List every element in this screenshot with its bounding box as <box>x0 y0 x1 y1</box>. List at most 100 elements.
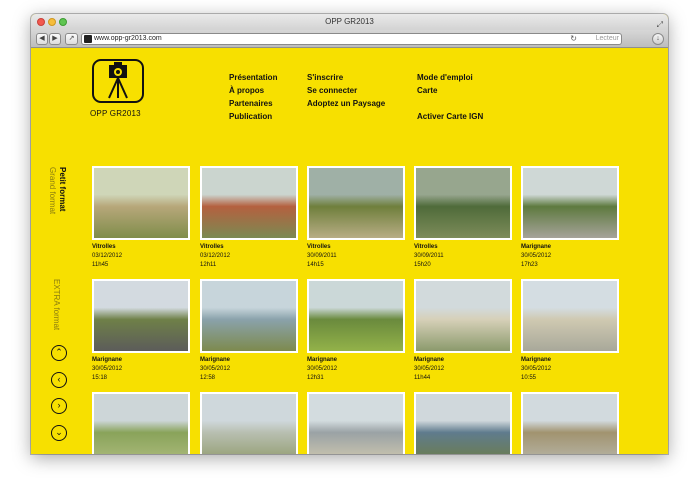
landscape-photo[interactable] <box>307 392 405 454</box>
landscape-photo[interactable] <box>200 392 298 454</box>
photo-caption: Marignane 30/05/2012 15:18 <box>92 356 190 383</box>
chevron-down-icon: ⌄ <box>55 427 63 437</box>
minimize-window-button[interactable] <box>48 18 56 26</box>
photo-caption: Vitrolles 30/09/2011 15h20 <box>414 243 512 270</box>
menu-item-carte-ign[interactable]: Activer Carte IGN <box>417 110 483 123</box>
grand-format-toggle[interactable]: Grand format <box>48 167 57 214</box>
photo-caption: Vitrolles 03/12/2012 11h45 <box>92 243 190 270</box>
photo-date: 30/05/2012 <box>92 366 123 372</box>
photo-card[interactable]: Vitrolles 03/12/2012 12h11 <box>200 166 298 270</box>
page-content: OPP GR2013 Présentation À propos Partena… <box>31 49 668 454</box>
menu-item-a-propos[interactable]: À propos <box>229 84 277 97</box>
photo-card[interactable]: Vitrolles 30/09/2011 14h15 <box>307 166 405 270</box>
menu-item-carte[interactable]: Carte <box>417 84 483 97</box>
address-text: www.opp-gr2013.com <box>94 35 162 42</box>
photo-caption: Marignane 30/05/2012 11h44 <box>414 356 512 383</box>
menu-item-se-connecter[interactable]: Se connecter <box>307 84 385 97</box>
photo-card[interactable]: Marignane 30/05/2012 17h23 <box>521 166 619 270</box>
reader-button[interactable]: Lecteur <box>596 34 619 44</box>
landscape-photo[interactable] <box>307 279 405 353</box>
photo-card[interactable]: Marignane 30/05/2012 12h31 <box>307 279 405 383</box>
photo-date: 30/05/2012 <box>521 366 552 372</box>
landscape-photo[interactable] <box>414 392 512 454</box>
forward-button[interactable]: ▶ <box>49 33 61 45</box>
landscape-photo[interactable] <box>307 166 405 240</box>
photo-card[interactable] <box>307 392 405 454</box>
photo-caption: Vitrolles 03/12/2012 12h11 <box>200 243 298 270</box>
logo-caption: OPP GR2013 <box>90 109 141 118</box>
scroll-right-button[interactable]: › <box>51 398 67 414</box>
extra-format-toggle[interactable]: EXTRA format <box>52 279 61 330</box>
menu-item-sinscrire[interactable]: S'inscrire <box>307 71 385 84</box>
landscape-photo[interactable] <box>521 279 619 353</box>
photo-card[interactable]: Marignane 30/05/2012 11h44 <box>414 279 512 383</box>
menu-item-presentation[interactable]: Présentation <box>229 71 277 84</box>
landscape-photo[interactable] <box>200 166 298 240</box>
photo-place: Marignane <box>92 357 123 363</box>
zoom-window-button[interactable] <box>59 18 67 26</box>
photo-place: Vitrolles <box>307 244 331 250</box>
photo-time: 11h45 <box>92 262 109 268</box>
photo-time: 10:55 <box>521 375 537 381</box>
tripod-camera-icon <box>108 62 128 99</box>
photo-card[interactable]: Vitrolles 30/09/2011 15h20 <box>414 166 512 270</box>
photo-time: 17h23 <box>521 262 538 268</box>
photo-place: Marignane <box>521 244 552 250</box>
photo-place: Marignane <box>414 357 445 363</box>
photo-card[interactable]: Vitrolles 03/12/2012 11h45 <box>92 166 190 270</box>
browser-window: OPP GR2013 ⤢ ◀ ▶ ↗ www.opp-gr2013.com ↻ … <box>31 14 668 454</box>
window-title: OPP GR2013 <box>325 17 374 26</box>
address-bar[interactable]: www.opp-gr2013.com ↻ Lecteur <box>81 33 622 45</box>
photo-date: 30/05/2012 <box>521 253 552 259</box>
photo-date: 30/05/2012 <box>200 366 231 372</box>
back-button[interactable]: ◀ <box>36 33 48 45</box>
photo-time: 12:58 <box>200 375 216 381</box>
share-button[interactable]: ↗ <box>65 33 78 45</box>
photo-time: 14h15 <box>307 262 324 268</box>
photo-card[interactable] <box>200 392 298 454</box>
photo-card[interactable] <box>521 392 619 454</box>
landscape-photo[interactable] <box>414 279 512 353</box>
photo-caption: Marignane 30/05/2012 12:58 <box>200 356 298 383</box>
photo-date: 30/09/2011 <box>414 253 444 259</box>
photo-date: 30/05/2012 <box>307 366 338 372</box>
close-window-button[interactable] <box>37 18 45 26</box>
photo-card[interactable]: Marignane 30/05/2012 15:18 <box>92 279 190 383</box>
photo-date: 30/09/2011 <box>307 253 337 259</box>
photo-place: Marignane <box>521 357 552 363</box>
photo-place: Marignane <box>307 357 338 363</box>
landscape-photo[interactable] <box>200 279 298 353</box>
scroll-up-button[interactable]: ⌃ <box>51 345 67 361</box>
landscape-photo[interactable] <box>92 392 190 454</box>
menu-item-mode-emploi[interactable]: Mode d'emploi <box>417 71 483 84</box>
site-logo[interactable] <box>92 59 144 103</box>
landscape-photo[interactable] <box>521 166 619 240</box>
photo-card[interactable]: Marignane 30/05/2012 12:58 <box>200 279 298 383</box>
chevron-left-icon: ‹ <box>57 374 61 384</box>
photo-date: 30/05/2012 <box>414 366 445 372</box>
landscape-photo[interactable] <box>92 279 190 353</box>
photo-date: 03/12/2012 <box>92 253 123 259</box>
photo-time: 15h20 <box>414 262 431 268</box>
menu-column-3: Mode d'emploi Carte Activer Carte IGN <box>417 71 483 123</box>
landscape-photo[interactable] <box>414 166 512 240</box>
landscape-photo[interactable] <box>92 166 190 240</box>
scroll-left-button[interactable]: ‹ <box>51 372 67 388</box>
photo-caption: Marignane 30/05/2012 17h23 <box>521 243 619 270</box>
landscape-photo[interactable] <box>521 392 619 454</box>
photo-date: 03/12/2012 <box>200 253 231 259</box>
photo-time: 15:18 <box>92 375 108 381</box>
photo-card[interactable] <box>414 392 512 454</box>
petit-format-toggle[interactable]: Petit format <box>58 167 67 211</box>
menu-item-adoptez-paysage[interactable]: Adoptez un Paysage <box>307 97 385 110</box>
download-icon[interactable]: ↓ <box>652 33 664 45</box>
photo-place: Marignane <box>200 357 231 363</box>
photo-card[interactable]: Marignane 30/05/2012 10:55 <box>521 279 619 383</box>
scroll-down-button[interactable]: ⌄ <box>51 425 67 441</box>
photo-card[interactable] <box>92 392 190 454</box>
menu-item-partenaires[interactable]: Partenaires <box>229 97 277 110</box>
reload-icon[interactable]: ↻ <box>570 34 577 44</box>
photo-caption: Marignane 30/05/2012 10:55 <box>521 356 619 383</box>
menu-item-publication[interactable]: Publication <box>229 110 277 123</box>
browser-toolbar: ◀ ▶ ↗ www.opp-gr2013.com ↻ Lecteur ↓ <box>31 30 668 48</box>
